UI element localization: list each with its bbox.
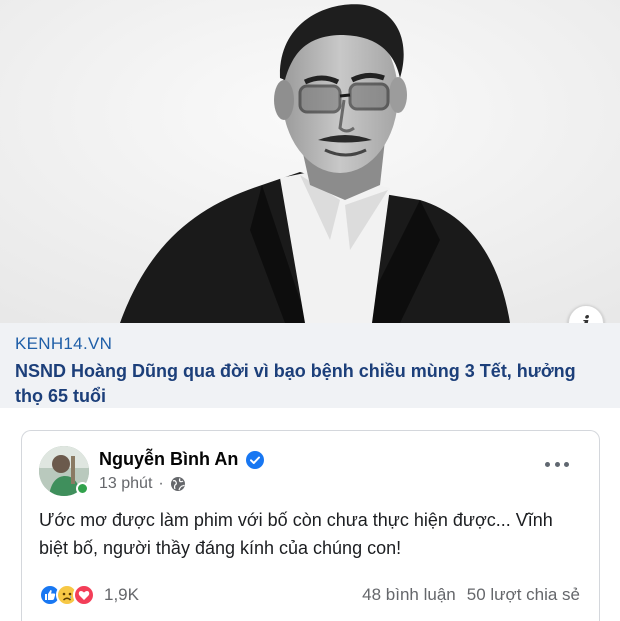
engagement-stats: 48 bình luận 50 lượt chia sẻ <box>362 583 580 607</box>
reaction-count[interactable]: 1,9K <box>104 585 139 605</box>
author-name[interactable]: Nguyễn Bình An <box>99 449 238 470</box>
portrait-photo <box>0 0 620 323</box>
love-icon <box>73 584 95 606</box>
post-author[interactable]: Nguyễn Bình An <box>99 449 265 470</box>
online-status-dot <box>76 482 89 495</box>
share-count[interactable]: 50 lượt chia sẻ <box>467 585 580 605</box>
reaction-summary[interactable]: 1,9K <box>39 583 139 607</box>
post-meta: 13 phút · <box>99 475 186 493</box>
comment-count[interactable]: 48 bình luận <box>362 585 456 605</box>
embedded-post: Nguyễn Bình An 13 phút · Ước mơ được làm… <box>21 430 600 621</box>
link-preview-image[interactable] <box>0 0 620 323</box>
link-preview-meta[interactable]: KENH14.VN NSND Hoàng Dũng qua đời vì bạo… <box>0 323 620 408</box>
link-headline[interactable]: NSND Hoàng Dũng qua đời vì bạo bệnh chiề… <box>15 359 606 409</box>
link-domain: KENH14.VN <box>15 334 113 353</box>
meta-separator: · <box>158 475 164 492</box>
more-dot <box>554 461 560 467</box>
post-timestamp[interactable]: 13 phút <box>99 475 152 493</box>
more-options-icon[interactable] <box>545 459 569 469</box>
verified-badge-icon <box>246 450 265 469</box>
globe-icon[interactable] <box>170 476 186 492</box>
more-dot <box>545 461 550 467</box>
post-text: Ước mơ được làm phim với bố còn chưa thự… <box>39 510 553 558</box>
more-dot <box>564 461 569 467</box>
